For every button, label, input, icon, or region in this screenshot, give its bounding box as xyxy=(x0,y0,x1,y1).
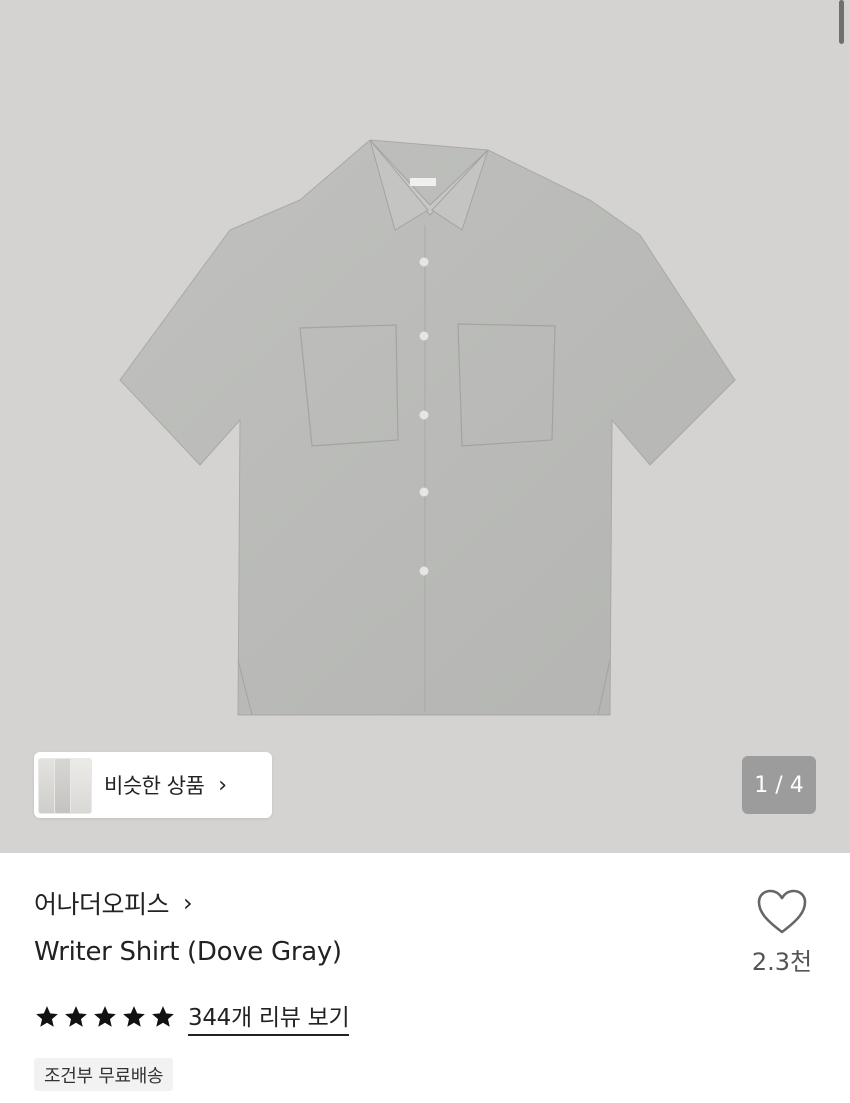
brand-name: 어나더오피스 xyxy=(34,890,170,919)
brand-link[interactable]: 어나더오피스 › xyxy=(34,885,193,921)
shipping-badge: 조건부 무료배송 xyxy=(34,1058,174,1091)
chevron-right-icon: › xyxy=(218,772,228,798)
star-icon xyxy=(152,1006,174,1027)
product-title: Writer Shirt (Dove Gray) xyxy=(34,937,342,967)
star-icon xyxy=(65,1006,87,1027)
chevron-right-icon: › xyxy=(183,889,193,917)
like-count: 2.3천 xyxy=(751,948,813,976)
star-icon xyxy=(36,1006,58,1027)
similar-products-button[interactable]: 비슷한 상품 › xyxy=(34,752,272,818)
reviews-link[interactable]: 344개 리뷰 보기 xyxy=(188,998,350,1036)
product-image xyxy=(119,139,736,716)
similar-products-label: 비슷한 상품 xyxy=(104,774,205,798)
like-button[interactable]: 2.3천 xyxy=(742,888,822,977)
heart-outline-icon xyxy=(757,889,807,934)
similar-thumbnails xyxy=(34,752,92,818)
star-icon xyxy=(94,1006,116,1027)
rating-row: 344개 리뷰 보기 xyxy=(34,998,350,1036)
star-icon xyxy=(123,1006,145,1027)
scrollbar[interactable] xyxy=(839,0,844,44)
image-page-indicator: 1 / 4 xyxy=(742,756,816,814)
star-rating xyxy=(34,1004,176,1030)
similar-thumbnail xyxy=(70,758,92,814)
product-image-area[interactable]: 비슷한 상품 › 1 / 4 xyxy=(0,0,850,853)
